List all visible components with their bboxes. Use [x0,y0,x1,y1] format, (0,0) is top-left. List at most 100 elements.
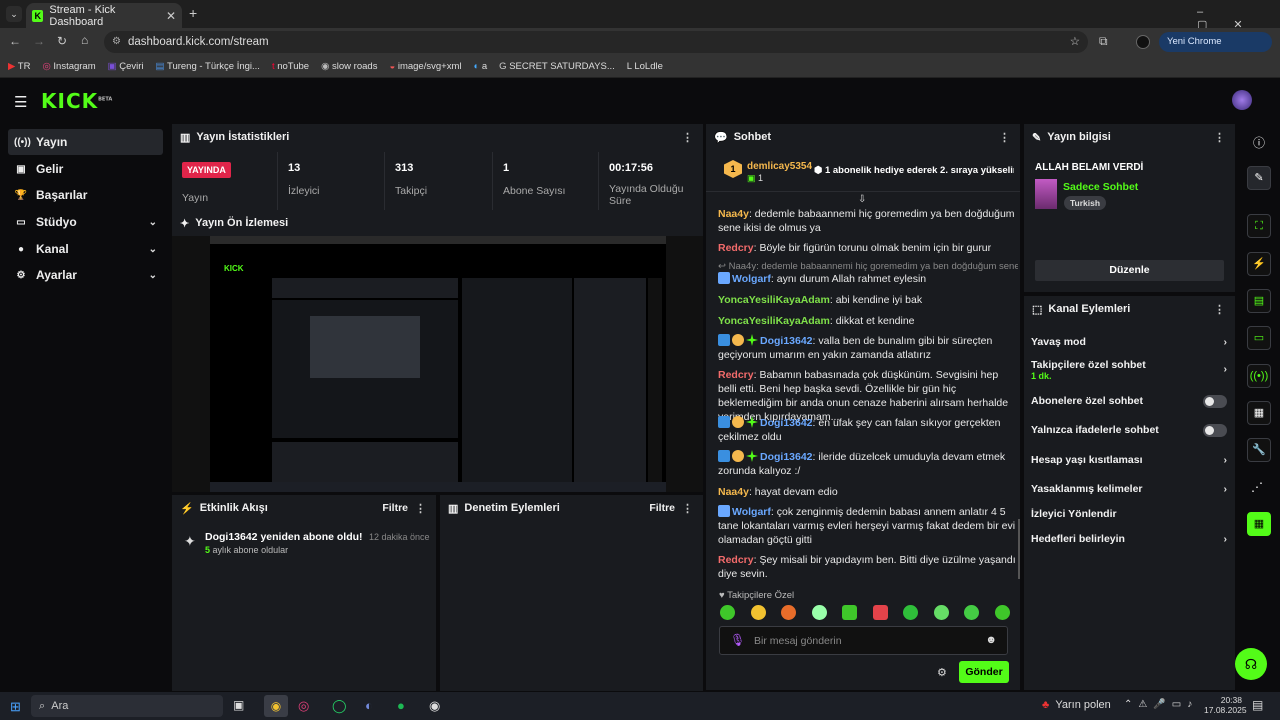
reload-icon[interactable]: ↻ [57,34,67,48]
sidebar-item-basarilar[interactable]: 🏆 Başarılar [8,182,163,208]
action-account-age[interactable]: Hesap yaşı kısıtlaması › [1031,451,1227,469]
browser-tab[interactable]: K Stream - Kick Dashboard ✕ [26,3,182,28]
stack-icon[interactable]: ▦ [1247,401,1271,425]
user-avatar[interactable] [1232,90,1252,110]
panel-header: ▥ Yayın İstatistikleri ⋮ [180,131,693,144]
microphone-icon[interactable]: 🎙 [730,633,745,647]
clapper-icon[interactable]: ▦ [1247,512,1271,536]
more-icon[interactable]: ⋮ [999,131,1010,144]
send-button[interactable]: Gönder [959,661,1009,683]
forward-icon[interactable]: → [33,34,45,48]
edit-quick-icon[interactable]: ✎ [1247,166,1271,190]
weather-widget[interactable]: ♣ Yarın polen [1042,699,1111,711]
extensions-icon[interactable]: ⧉ [1099,34,1108,49]
emote[interactable] [903,605,919,620]
fullscreen-icon[interactable]: ⛶ [1247,214,1271,238]
emoji-icon[interactable]: ☻ [985,634,997,646]
system-tray[interactable]: ⌃⚠🎤▭♪ [1124,699,1198,710]
chrome-update-button[interactable]: Yeni Chrome kullanılabilir ⋮ [1159,32,1272,67]
discord-app-icon[interactable]: ◐ [365,698,373,713]
more-icon[interactable]: ⋮ [682,131,693,144]
category-name[interactable]: Sadece Sohbet [1063,181,1138,193]
chat-settings-icon[interactable]: ⚙ [937,666,947,679]
edit-button[interactable]: Düzenle [1035,260,1224,281]
action-goals[interactable]: Hedefleri belirleyin › [1031,530,1227,548]
action-banned-words[interactable]: Yasaklanmış kelimeler › [1031,480,1227,498]
bolt-quick-icon[interactable]: ⚡ [1247,252,1271,276]
back-icon[interactable]: ← [9,34,21,48]
bookmark-item[interactable]: ◉ slow roads [321,61,377,72]
action-host[interactable]: İzleyici Yönlendir [1031,505,1227,523]
more-icon[interactable]: ⋮ [1214,131,1225,144]
taskbar-search[interactable]: ⌕ Ara [31,695,223,717]
app-icon[interactable]: ◉ [429,698,440,714]
activity-feed-panel: ⚡ Etkinlik Akışı Filtre ⋮ ✦ Dogi13642 yeni… [172,495,436,691]
bookmark-item[interactable]: t noTube [272,61,309,72]
more-icon[interactable]: ⋮ [415,502,426,515]
emote[interactable] [811,605,827,620]
new-tab-icon[interactable]: + [189,5,197,21]
more-icon[interactable]: ⋮ [682,502,693,515]
document-icon[interactable]: ▤ [1247,289,1271,313]
spotify-app-icon[interactable]: ● [397,698,405,713]
filter-button[interactable]: Filtre [382,502,408,514]
close-tab-icon[interactable]: ✕ [166,9,176,23]
bookmark-star-icon[interactable]: ☆ [1070,31,1080,53]
bookmark-item[interactable]: ◐ a [473,61,487,72]
kick-logo[interactable]: KICKBETA [41,89,112,113]
whatsapp-app-icon[interactable]: ◯ [332,698,347,714]
filter-button[interactable]: Filtre [649,502,675,514]
windows-start-icon[interactable]: ⊞ [10,699,21,715]
sidebar-item-gelir[interactable]: ▣ Gelir [8,156,163,182]
task-view-icon[interactable]: ▣ [233,698,244,712]
wrench-icon[interactable]: 🔧 [1247,438,1271,462]
clock[interactable]: 20:38 17.08.2025 [1204,695,1247,715]
support-chat-icon[interactable]: ☊ [1235,648,1267,680]
share-icon[interactable]: ⋰ [1251,480,1263,494]
stat-followers: 313 Takipçi [385,152,493,210]
chat-input[interactable]: 🎙 Bir mesaj gönderin ☻ [719,626,1008,655]
scroll-down-icon[interactable]: ⇩ [858,194,866,205]
emote[interactable] [720,605,735,620]
broadcast-quick-icon[interactable]: ((•)) [1247,364,1271,388]
bookmark-item[interactable]: ▤ Tureng - Türkçe İngi... [156,61,260,72]
action-subscribers-only[interactable]: Abonelere özel sohbet [1031,392,1227,410]
bookmark-item[interactable]: ▣ Çeviri [108,61,144,72]
emote[interactable] [750,605,766,620]
home-icon[interactable]: ⌂ [81,33,88,47]
toggle-switch[interactable] [1203,394,1227,408]
chrome-app-icon[interactable]: ◉ [264,695,288,717]
action-slow-mode[interactable]: Yavaş mod › [1031,333,1227,351]
sidebar-item-ayarlar[interactable]: ⚙ Ayarlar ⌄ [8,262,163,288]
action-followers-only[interactable]: Takipçilere özel sohbet 1 dk. › [1031,359,1227,383]
tab-search-icon[interactable]: ⌄ [6,6,22,22]
chat-quick-icon[interactable]: ▭ [1247,326,1271,350]
bookmark-item[interactable]: G SECRET SATURDAYS... [499,61,615,72]
emote[interactable] [842,605,858,620]
sidebar-item-kanal[interactable]: ● Kanal ⌄ [8,236,163,262]
address-bar[interactable]: ⚙ dashboard.kick.com/stream ☆ [104,31,1088,53]
emote[interactable] [872,605,888,620]
emote[interactable] [933,605,949,620]
kick-favicon-icon: K [32,9,44,22]
instagram-app-icon[interactable]: ◎ [298,698,309,714]
bookmark-item[interactable]: ▶ TR [8,61,30,72]
site-info-icon[interactable]: ⚙ [112,31,121,53]
sidebar-item-studyo[interactable]: ▭ Stüdyo ⌄ [8,209,163,235]
bookmark-item[interactable]: ◎ Instagram [42,61,95,72]
info-icon[interactable]: ⓘ [1253,134,1265,151]
chat-scrollbar[interactable] [1018,519,1020,579]
sidebar-item-yayin[interactable]: ((•)) Yayın [8,129,163,155]
emote[interactable] [781,605,797,620]
emote[interactable] [994,605,1010,620]
stream-video[interactable]: KICK [210,236,666,492]
menu-icon[interactable]: ☰ [14,93,27,111]
more-icon[interactable]: ⋮ [1214,303,1225,316]
toggle-switch[interactable] [1203,423,1227,437]
notification-icon[interactable]: ▤ [1252,698,1263,712]
emote[interactable] [964,605,980,620]
action-emotes-only[interactable]: Yalnızca ifadelerle sohbet [1031,421,1227,439]
bookmark-item[interactable]: ◒ image/svg+xml [389,61,461,72]
bookmark-item[interactable]: L LoLdle [627,61,663,72]
avatar[interactable] [1136,35,1150,49]
